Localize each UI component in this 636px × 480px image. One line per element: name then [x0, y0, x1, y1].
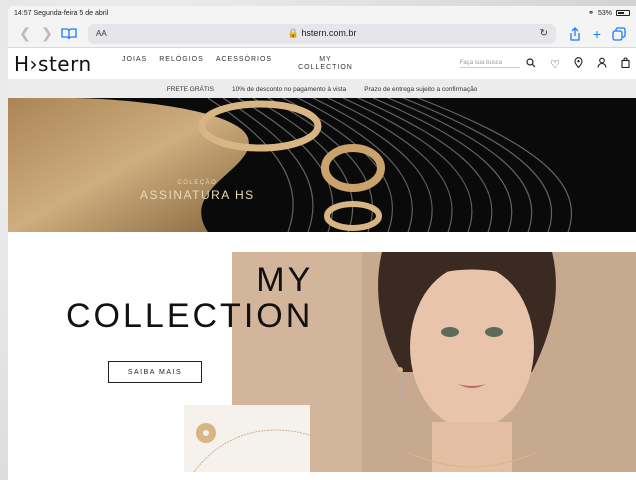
hero-artwork — [8, 98, 573, 232]
nav-my-collection[interactable]: MY COLLECTION — [298, 56, 353, 72]
status-date: Segunda-feira 5 de abril — [33, 9, 109, 17]
hstern-logo[interactable]: H›stern — [14, 52, 114, 76]
site-header: H›stern JOIAS RELÓGIOS ACESSÓRIOS MY COL… — [8, 48, 636, 80]
url-text: 🔒 hstern.com.br — [287, 28, 357, 38]
main-nav: JOIAS RELÓGIOS ACESSÓRIOS MY COLLECTION — [122, 56, 353, 72]
my-collection-section: MY COLLECTION SAIBA MAIS — [8, 232, 636, 472]
hero-caption: COLEÇÃO ASSINATURA HS — [140, 180, 255, 202]
account-icon[interactable] — [597, 57, 607, 71]
nav-acessorios[interactable]: ACESSÓRIOS — [216, 56, 272, 72]
battery-icon — [616, 10, 630, 16]
battery-percent: 53% — [597, 9, 612, 17]
status-time: 14:57 — [14, 9, 32, 17]
new-tab-icon[interactable]: + — [586, 23, 608, 45]
store-location-icon[interactable] — [574, 57, 583, 71]
necklace-thumbnail[interactable] — [184, 405, 310, 472]
tablet-screen: 14:57 Segunda-feira 5 de abril ⚭ 53% ❮ ❯… — [8, 6, 636, 480]
hero-banner[interactable]: COLEÇÃO ASSINATURA HS — [8, 98, 636, 232]
nav-relogios[interactable]: RELÓGIOS — [159, 56, 204, 72]
hero-title: ASSINATURA HS — [140, 188, 255, 202]
nav-joias[interactable]: JOIAS — [122, 56, 147, 72]
saiba-mais-button[interactable]: SAIBA MAIS — [108, 361, 202, 383]
promo-discount: 10% de desconto no pagamento à vista — [232, 85, 347, 93]
promo-free-shipping: FRETE GRÁTIS — [166, 85, 214, 93]
bookmarks-icon[interactable] — [58, 23, 80, 45]
search-icon[interactable] — [526, 57, 536, 71]
promo-delivery: Prazo de entrega sujeito a confirmação — [364, 85, 478, 93]
share-icon[interactable] — [564, 23, 586, 45]
forward-icon[interactable]: ❯ — [36, 23, 58, 45]
browser-toolbar: ❮ ❯ AA 🔒 hstern.com.br ↻ + — [8, 20, 636, 48]
header-actions: Faça sua busca ♡ — [459, 48, 630, 80]
search-field[interactable]: Faça sua busca — [459, 57, 536, 71]
reload-icon[interactable]: ↻ — [540, 28, 548, 39]
wishlist-heart-icon[interactable]: ♡ — [550, 58, 560, 71]
back-icon[interactable]: ❮ — [14, 23, 36, 45]
status-bar: 14:57 Segunda-feira 5 de abril ⚭ 53% — [8, 6, 636, 20]
my-collection-title: MY COLLECTION — [66, 261, 314, 335]
address-bar[interactable]: AA 🔒 hstern.com.br ↻ — [88, 23, 556, 44]
tabs-icon[interactable] — [608, 23, 630, 45]
bag-icon[interactable] — [621, 57, 630, 71]
hero-eyebrow: COLEÇÃO — [177, 180, 218, 186]
wifi-icon: ⚭ — [588, 10, 594, 17]
promo-bar: FRETE GRÁTIS 10% de desconto no pagament… — [8, 80, 636, 98]
